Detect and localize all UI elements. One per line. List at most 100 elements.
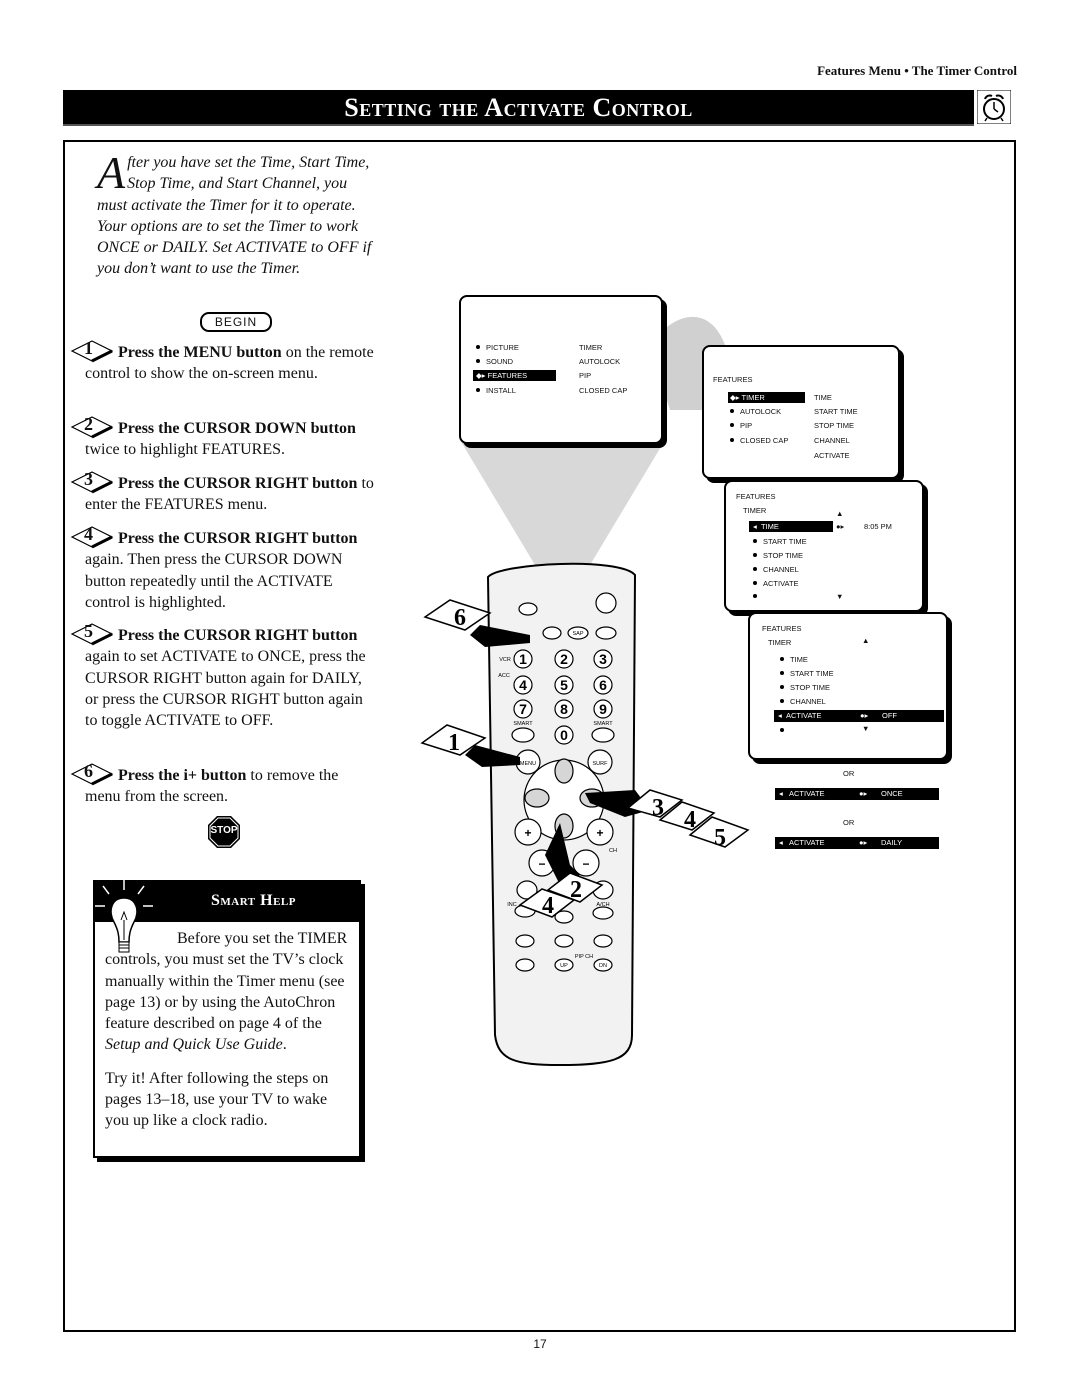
cursor-left-icon: ◂ bbox=[778, 711, 782, 720]
or-label: OR bbox=[843, 818, 855, 827]
cursor-arrows-icon: ●▸ bbox=[859, 789, 868, 798]
menu-heading: FEATURES bbox=[762, 624, 802, 633]
step-2: 2 Press the CURSOR DOWN button twice to h… bbox=[70, 414, 375, 461]
pip-button bbox=[515, 934, 535, 948]
step-number-badge: 5 bbox=[70, 621, 114, 646]
menu-item-time-highlighted: ◂ TIME bbox=[749, 521, 833, 532]
digit-label: 7 bbox=[519, 701, 527, 717]
pip-size-button bbox=[515, 958, 535, 972]
submenu-item: ACTIVATE bbox=[814, 451, 850, 460]
svg-text:6: 6 bbox=[454, 605, 466, 631]
menu-label: MENU bbox=[520, 761, 536, 767]
smart-help-box: Smart Help Before you set the TIMER cont… bbox=[93, 880, 361, 1158]
menu-item: START TIME bbox=[780, 669, 834, 678]
step-text: again to set ACTIVATE to ONCE, press the… bbox=[85, 648, 366, 730]
digit-label: 0 bbox=[560, 727, 568, 743]
menu-item-activate-highlighted: ◂ ACTIVATE ●▸ OFF bbox=[774, 710, 944, 722]
svg-text:−: − bbox=[538, 857, 545, 871]
digit-label: 9 bbox=[599, 701, 607, 717]
submenu-item: CHANNEL bbox=[814, 436, 850, 445]
cursor-left-icon: ◂ bbox=[779, 789, 783, 798]
cursor-arrows-icon: ●▸ bbox=[859, 838, 868, 847]
cursor-arrows-icon: ●▸ bbox=[836, 522, 845, 531]
scroll-up-icon: ▲ bbox=[836, 509, 844, 518]
vcr-label: VCR bbox=[499, 657, 511, 663]
activate-value: ONCE bbox=[881, 789, 903, 798]
svg-text:−: − bbox=[582, 857, 589, 871]
menu-subheading: TIMER bbox=[768, 638, 792, 647]
dn-label: DN bbox=[599, 963, 607, 969]
activate-value: DAILY bbox=[881, 838, 903, 847]
or-label: OR bbox=[843, 769, 855, 778]
step-bold: Press the CURSOR RIGHT button bbox=[118, 530, 358, 547]
svg-text:3: 3 bbox=[652, 795, 664, 821]
surf-label: SURF bbox=[593, 761, 609, 767]
svg-text:+: + bbox=[524, 826, 531, 840]
smart-label: SMART bbox=[593, 721, 613, 727]
bullet-icon bbox=[780, 728, 784, 732]
menu-item: CHANNEL bbox=[780, 697, 826, 706]
bullet-icon bbox=[780, 685, 784, 689]
digit-label: 2 bbox=[560, 651, 568, 667]
info-button bbox=[542, 626, 562, 640]
step-number-badge: 4 bbox=[70, 524, 114, 549]
guide-title: Setup and Quick Use Guide bbox=[105, 1036, 283, 1054]
section-header: Features Menu • The Timer Control bbox=[817, 63, 1017, 78]
bullet-icon bbox=[780, 657, 784, 661]
title-bar: Setting the Activate Control bbox=[63, 90, 974, 124]
step-bold: Press the i+ button bbox=[118, 767, 247, 784]
ch-label: CH bbox=[609, 848, 617, 854]
page-title: Setting the Activate Control bbox=[344, 93, 693, 122]
para-end: . bbox=[282, 1036, 287, 1054]
time-value: 8:05 PM bbox=[864, 522, 892, 531]
activate-value: OFF bbox=[882, 711, 897, 720]
digit-label: 3 bbox=[599, 651, 607, 667]
svg-text:1: 1 bbox=[448, 730, 460, 756]
step-bold: Press the CURSOR RIGHT button bbox=[118, 475, 358, 492]
sap-label: SAP bbox=[572, 631, 583, 637]
inc-label: INC bbox=[507, 902, 517, 908]
submenu-item: STOP TIME bbox=[814, 421, 855, 430]
stop-sign-icon: STOP bbox=[207, 815, 241, 849]
step-bold: Press the CURSOR RIGHT button bbox=[118, 627, 358, 644]
submenu-item: TIME bbox=[814, 393, 832, 402]
digit-label: 6 bbox=[599, 677, 607, 693]
step-5: 5 Press the CURSOR RIGHT button again to … bbox=[70, 621, 375, 731]
svg-text:4: 4 bbox=[542, 893, 554, 919]
digit-label: 1 bbox=[519, 651, 527, 667]
step-number-badge: 6 bbox=[70, 761, 114, 786]
smart-help-title: Smart Help bbox=[211, 892, 296, 909]
cursor-up-button bbox=[554, 758, 574, 784]
svg-text:5: 5 bbox=[714, 825, 726, 851]
smart-help-para2: Try it! After following the steps on pag… bbox=[105, 1069, 329, 1130]
menu-item: STOP TIME bbox=[780, 683, 830, 692]
pip-position-button bbox=[593, 934, 613, 948]
cursor-left-icon: ◂ bbox=[779, 838, 783, 847]
menu-item: TIME bbox=[780, 655, 808, 664]
menu-item-empty bbox=[780, 726, 790, 735]
pipch-label: PIP CH bbox=[575, 954, 593, 960]
activate-label: ACTIVATE bbox=[789, 789, 825, 798]
step-number-badge: 1 bbox=[70, 338, 114, 363]
step-text: twice to highlight FEATURES. bbox=[85, 441, 285, 459]
drop-cap: A bbox=[97, 147, 126, 198]
page-number: 17 bbox=[533, 1337, 547, 1351]
tv-screen-activate-menu: FEATURES TIMER ▲ TIME START TIME STOP TI… bbox=[748, 612, 948, 760]
activate-label: ACTIVATE bbox=[789, 838, 825, 847]
smart-picture-button bbox=[591, 727, 615, 743]
begin-badge: BEGIN bbox=[200, 312, 272, 332]
step-bold: Press the MENU button bbox=[118, 344, 282, 361]
bullet-icon bbox=[780, 699, 784, 703]
cursor-arrows-icon: ●▸ bbox=[860, 711, 869, 720]
ach-label: A/CH bbox=[596, 902, 609, 908]
intro-paragraph: After you have set the Time, Start Time,… bbox=[97, 147, 372, 280]
smart-sound-button bbox=[511, 727, 535, 743]
ach-button bbox=[592, 906, 614, 920]
digit-label: 4 bbox=[519, 677, 527, 693]
step-number-badge: 3 bbox=[70, 469, 114, 494]
step-4: 4 Press the CURSOR RIGHT button again. Th… bbox=[70, 524, 375, 613]
step-number-badge: 2 bbox=[70, 414, 114, 439]
step-text: again. Then press the CURSOR DOWN button… bbox=[85, 551, 343, 611]
acc-label: ACC bbox=[498, 673, 510, 679]
intro-text: fter you have set the Time, Start Time, … bbox=[97, 154, 372, 278]
